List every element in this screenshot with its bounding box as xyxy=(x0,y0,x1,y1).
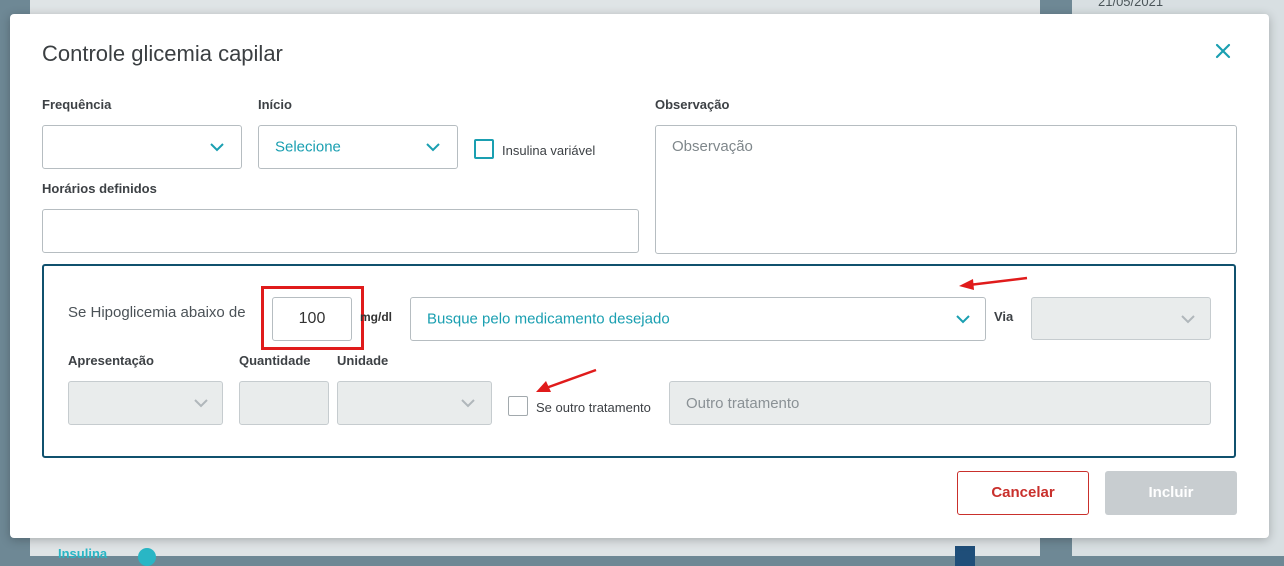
chevron-down-icon xyxy=(194,399,208,408)
unit-label: mg/dl xyxy=(360,310,392,324)
variable-insulin-checkbox[interactable] xyxy=(474,139,494,159)
annotation-highlight-box xyxy=(261,286,364,350)
observation-textarea[interactable]: Observação xyxy=(655,125,1237,254)
start-value: Selecione xyxy=(275,138,341,156)
times-input[interactable] xyxy=(42,209,639,253)
annotation-arrow-icon xyxy=(959,276,1028,290)
unit-select[interactable] xyxy=(337,381,492,425)
hypoglycemia-threshold-label: Se Hipoglicemia abaixo de xyxy=(68,304,246,321)
chevron-down-icon xyxy=(1181,314,1195,323)
start-label: Início xyxy=(258,97,292,112)
other-treatment-checkbox[interactable] xyxy=(508,396,528,416)
modal-title: Controle glicemia capilar xyxy=(42,41,283,66)
route-label: Via xyxy=(994,309,1014,324)
background-date: 21/05/2021 xyxy=(1098,0,1164,9)
quantity-input[interactable] xyxy=(239,381,329,425)
glycemia-modal: Controle glicemia capilar Frequência Iní… xyxy=(10,14,1269,538)
other-treatment-placeholder: Outro tratamento xyxy=(686,395,800,412)
background-badge xyxy=(138,548,156,566)
chevron-down-icon xyxy=(461,399,475,408)
quantity-label: Quantidade xyxy=(239,353,311,368)
presentation-label: Apresentação xyxy=(68,353,154,368)
background-tab-label: Insulina xyxy=(58,546,108,561)
chevron-down-icon xyxy=(210,143,224,152)
observation-placeholder: Observação xyxy=(672,138,753,155)
other-treatment-checkbox-label: Se outro tratamento xyxy=(536,400,651,415)
chevron-down-icon xyxy=(956,315,970,324)
chevron-down-icon xyxy=(426,143,440,152)
close-icon[interactable] xyxy=(1208,36,1238,66)
route-select[interactable] xyxy=(1031,297,1211,340)
presentation-select[interactable] xyxy=(68,381,223,425)
times-label: Horários definidos xyxy=(42,181,157,196)
start-select[interactable]: Selecione xyxy=(258,125,458,169)
observation-label: Observação xyxy=(655,97,730,112)
hypoglycemia-section xyxy=(42,264,1236,458)
include-button[interactable]: Incluir xyxy=(1105,471,1237,515)
frequency-label: Frequência xyxy=(42,97,112,112)
other-treatment-input[interactable]: Outro tratamento xyxy=(669,381,1211,425)
unit-field-label: Unidade xyxy=(337,353,389,368)
cancel-button[interactable]: Cancelar xyxy=(957,471,1089,515)
medication-search-select[interactable]: Busque pelo medicamento desejado xyxy=(410,297,986,341)
frequency-select[interactable] xyxy=(42,125,242,169)
background-square-icon xyxy=(955,546,975,566)
medication-search-placeholder: Busque pelo medicamento desejado xyxy=(427,310,670,328)
variable-insulin-label: Insulina variável xyxy=(502,143,596,158)
annotation-arrow-icon xyxy=(536,368,597,392)
